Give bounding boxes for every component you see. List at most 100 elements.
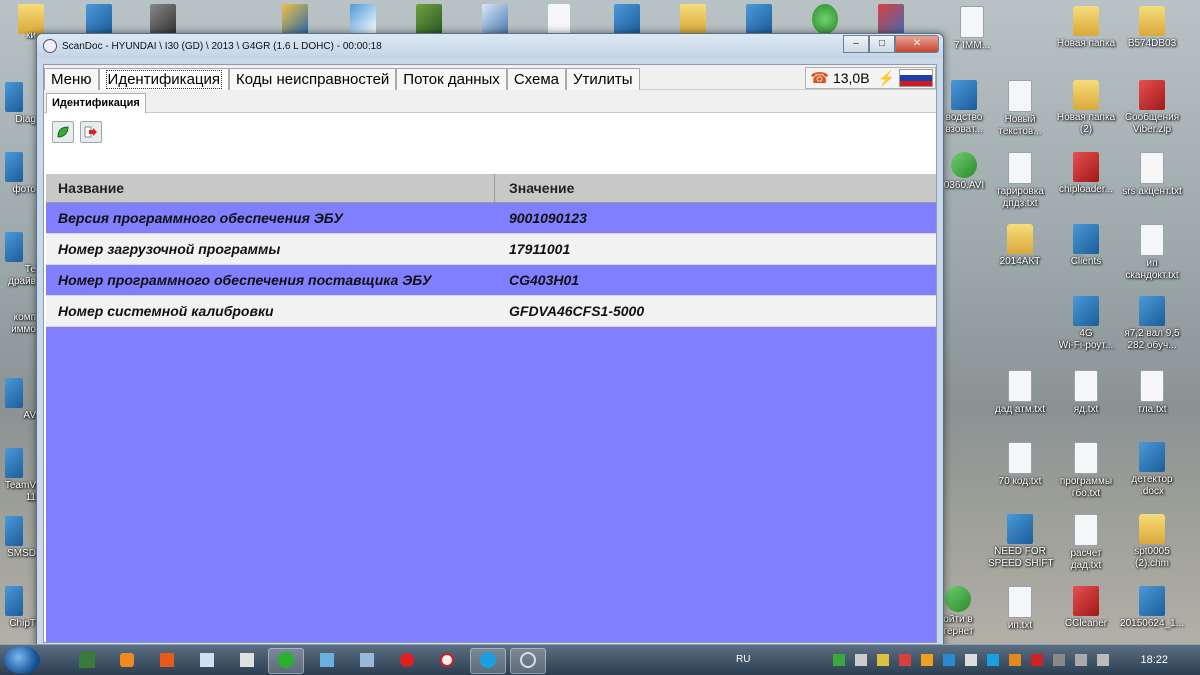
desktop-icon[interactable]: ки [0,30,36,42]
taskbar-app-icon[interactable] [150,648,184,672]
file-icon [1140,152,1164,184]
yandex-browser-icon[interactable] [430,648,464,672]
tab-menu[interactable]: Меню [44,68,99,90]
taskbar-app-icon[interactable] [350,648,384,672]
refresh-button[interactable] [52,121,74,143]
desktop-icon[interactable]: AV [0,378,36,422]
desktop-icon[interactable]: расчет дад.txt [1054,514,1118,572]
skype-icon[interactable] [470,648,506,674]
desktop-app-icon[interactable] [150,4,176,34]
desktop-icon[interactable]: Clients [1054,224,1118,268]
desktop-icon[interactable]: ип скандокт.txt [1120,224,1184,282]
network-icon[interactable] [1075,654,1088,666]
desktop-icon-label: 20150624_1... [1120,618,1184,629]
tray-icon[interactable] [833,654,846,666]
desktop-icon[interactable]: Новая папка (2) [1054,80,1118,136]
desktop-icon[interactable]: комп иммо [0,312,36,336]
desktop-icon[interactable]: тла.txt [1120,370,1184,416]
table-row[interactable]: Номер программного обеспечения поставщик… [46,265,936,296]
tray-icon[interactable] [987,654,1000,666]
desktop-icon[interactable]: 70 код.txt [988,442,1052,488]
desktop-icon[interactable]: программы гбо.txt [1054,442,1118,500]
desktop-icon[interactable]: яд.txt [1054,370,1118,416]
desktop-icon[interactable]: фото [0,152,36,196]
tray-icon[interactable] [1053,654,1066,666]
desktop-icon[interactable]: 4G Wi-Fi-роут... [1054,296,1118,352]
desktop-icon[interactable]: 2014АКТ [988,224,1052,268]
table-row[interactable]: Версия программного обеспечения ЭБУ 9001… [46,203,936,234]
desktop-app-icon[interactable] [86,4,112,34]
maximize-button[interactable]: □ [869,35,895,53]
taskbar-app-icon[interactable] [190,648,224,672]
header-value[interactable]: Значение [495,180,574,196]
desktop-icon[interactable]: ChipT [0,586,36,630]
desktop-icon[interactable]: TeamV 11 [0,448,36,504]
table-row[interactable]: Номер загрузочной программы 17911001 [46,234,936,265]
tray-icon[interactable] [877,654,890,666]
start-button[interactable] [4,646,40,674]
clock[interactable]: 18:22 [1140,654,1168,666]
taskbar-app-icon[interactable] [70,648,104,672]
taskbar-app-icon[interactable] [230,648,264,672]
desktop-icon[interactable]: Новый текстов... [988,80,1052,138]
tray-icon[interactable] [921,654,934,666]
tab-identification[interactable]: Идентификация [98,68,230,90]
minimize-button[interactable]: – [843,35,869,53]
desktop-icon[interactable]: Те драйв [0,232,36,288]
desktop-icon[interactable]: тарировка дпдз.txt [988,152,1052,210]
desktop-icon[interactable]: Новая папка [1054,6,1118,50]
tab-utilities[interactable]: Утилиты [565,68,640,90]
taskbar-app-icon[interactable] [310,648,344,672]
desktop-app-icon[interactable] [350,4,376,34]
scandoc-taskbar-icon[interactable] [510,648,546,674]
desktop-app-icon[interactable] [416,4,442,34]
language-indicator[interactable]: RU [736,654,750,665]
desktop-icon[interactable]: 7 IMM... [940,6,1004,52]
close-button[interactable]: ✕ [895,35,939,53]
desktop-app-icon[interactable] [878,4,904,34]
desktop-app-icon[interactable] [746,4,772,34]
desktop-icon-label: AV [23,410,36,421]
tab-fault-codes[interactable]: Коды неисправностей [229,68,397,90]
russian-flag-icon[interactable] [899,69,933,87]
window-titlebar[interactable]: ScanDoc - HYUNDAI \ I30 (GD) \ 2013 \ G4… [37,34,943,58]
desktop-icon[interactable]: CCleaner [1054,586,1118,630]
desktop-icon[interactable]: детектор .docx [1120,442,1184,498]
desktop-icon[interactable]: srs акцент.txt [1120,152,1184,198]
tray-icon[interactable] [965,654,978,666]
desktop-app-icon[interactable] [482,4,508,34]
tray-icon[interactable] [943,654,956,666]
desktop-file-icon[interactable] [548,4,570,34]
desktop-icon[interactable]: spt0005 (2).chm [1120,514,1184,570]
desktop-icon[interactable]: Сообщения Viber.zip [1120,80,1184,136]
desktop-icon[interactable]: Diag [0,82,36,126]
desktop-folder-icon[interactable] [680,4,706,34]
desktop-app-icon[interactable] [812,4,838,34]
subtab-identification[interactable]: Идентификация [46,93,146,114]
desktop-app-icon[interactable] [614,4,640,34]
tab-data-stream[interactable]: Поток данных [396,68,507,90]
tray-icon[interactable] [1031,654,1044,666]
desktop-icon[interactable]: SMSD [0,516,36,560]
header-name[interactable]: Название [46,174,495,202]
desktop-icon[interactable]: chiploader... [1054,152,1118,196]
desktop-app-icon[interactable] [282,4,308,34]
desktop-icon[interactable]: NEED FOR SPEED SHIFT [988,514,1054,570]
table-row[interactable]: Номер системной калибровки GFDVA46CFS1-5… [46,296,936,327]
desktop-icon[interactable]: 20150624_1... [1120,586,1184,630]
desktop-icon[interactable]: дад атм.txt [988,370,1052,416]
desktop-icon[interactable]: ип.txt [988,586,1052,632]
tray-icon[interactable] [1009,654,1022,666]
tray-icon[interactable] [899,654,912,666]
desktop-icon[interactable]: B574DB03 [1120,6,1184,50]
exit-button[interactable] [80,121,102,143]
tab-schema[interactable]: Схема [506,68,566,90]
desktop-icon[interactable]: я7,2 вал 9,5 282 обуч... [1120,296,1184,352]
tray-icon[interactable] [855,654,868,666]
media-player-icon[interactable] [110,648,144,672]
yandex-icon[interactable] [390,648,424,672]
taskbar-app-icon[interactable] [268,648,304,674]
battery-icon[interactable] [1097,654,1110,666]
teamviewer-icon [5,448,23,478]
desktop-icon-label: spt0005 (2).chm [1134,546,1170,569]
